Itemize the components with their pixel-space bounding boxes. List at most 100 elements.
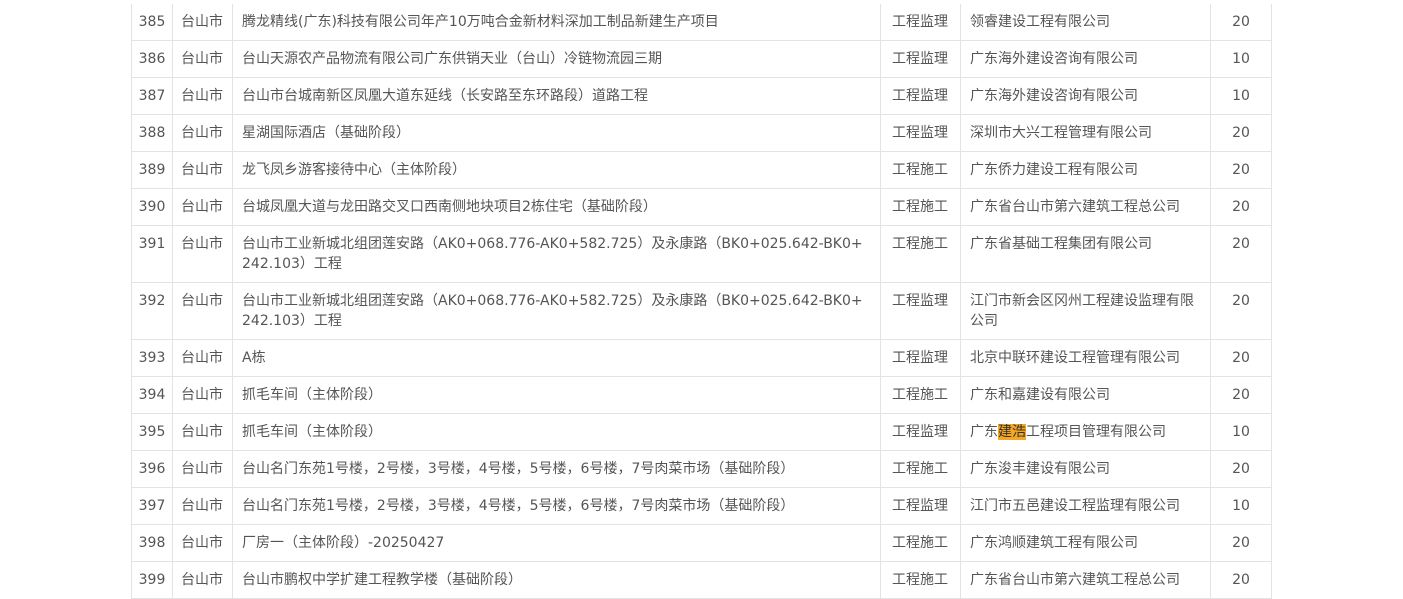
row-number: 385 bbox=[131, 4, 173, 41]
city-cell: 台山市 bbox=[172, 114, 233, 152]
row-number: 395 bbox=[131, 413, 173, 451]
company-cell: 广东浚丰建设有限公司 bbox=[960, 450, 1211, 488]
table-row: 386 台山市 台山天源农产品物流有限公司广东供销天业（台山）冷链物流园三期 工… bbox=[131, 40, 1272, 78]
project-cell: 星湖国际酒店（基础阶段） bbox=[232, 114, 881, 152]
score-cell: 20 bbox=[1210, 4, 1272, 41]
score-cell: 20 bbox=[1210, 188, 1272, 226]
table-row: 396 台山市 台山名门东苑1号楼，2号楼，3号楼，4号楼，5号楼，6号楼，7号… bbox=[131, 450, 1272, 488]
table-row: 388 台山市 星湖国际酒店（基础阶段） 工程监理 深圳市大兴工程管理有限公司 … bbox=[131, 114, 1272, 152]
city-cell: 台山市 bbox=[172, 376, 233, 414]
city-cell: 台山市 bbox=[172, 282, 233, 340]
score-cell: 10 bbox=[1210, 77, 1272, 115]
score-cell: 20 bbox=[1210, 339, 1272, 377]
row-number: 388 bbox=[131, 114, 173, 152]
project-cell: 抓毛车间（主体阶段） bbox=[232, 376, 881, 414]
company-cell: 广东省基础工程集团有限公司 bbox=[960, 225, 1211, 283]
project-cell: 抓毛车间（主体阶段） bbox=[232, 413, 881, 451]
company-cell: 广东侨力建设工程有限公司 bbox=[960, 151, 1211, 189]
search-highlight: 建浩 bbox=[998, 424, 1026, 440]
type-cell: 工程施工 bbox=[880, 151, 961, 189]
city-cell: 台山市 bbox=[172, 40, 233, 78]
table-row: 393 台山市 A栋 工程监理 北京中联环建设工程管理有限公司 20 bbox=[131, 339, 1272, 377]
city-cell: 台山市 bbox=[172, 4, 233, 41]
city-cell: 台山市 bbox=[172, 524, 233, 562]
project-cell: 腾龙精线(广东)科技有限公司年产10万吨合金新材料深加工制品新建生产项目 bbox=[232, 4, 881, 41]
type-cell: 工程监理 bbox=[880, 77, 961, 115]
city-cell: 台山市 bbox=[172, 450, 233, 488]
type-cell: 工程监理 bbox=[880, 282, 961, 340]
score-cell: 20 bbox=[1210, 151, 1272, 189]
company-cell: 广东省台山市第六建筑工程总公司 bbox=[960, 188, 1211, 226]
table-row: 397 台山市 台山名门东苑1号楼，2号楼，3号楼，4号楼，5号楼，6号楼，7号… bbox=[131, 487, 1272, 525]
type-cell: 工程施工 bbox=[880, 376, 961, 414]
score-cell: 20 bbox=[1210, 376, 1272, 414]
city-cell: 台山市 bbox=[172, 188, 233, 226]
score-cell: 20 bbox=[1210, 524, 1272, 562]
score-cell: 10 bbox=[1210, 40, 1272, 78]
table-row: 389 台山市 龙飞凤乡游客接待中心（主体阶段） 工程施工 广东侨力建设工程有限… bbox=[131, 151, 1272, 189]
table-row: 398 台山市 厂房一（主体阶段）-20250427 工程施工 广东鸿顺建筑工程… bbox=[131, 524, 1272, 562]
type-cell: 工程施工 bbox=[880, 188, 961, 226]
row-number: 394 bbox=[131, 376, 173, 414]
table-row: 387 台山市 台山市台城南新区凤凰大道东延线（长安路至东环路段）道路工程 工程… bbox=[131, 77, 1272, 115]
type-cell: 工程施工 bbox=[880, 450, 961, 488]
project-cell: 龙飞凤乡游客接待中心（主体阶段） bbox=[232, 151, 881, 189]
project-cell: 台山名门东苑1号楼，2号楼，3号楼，4号楼，5号楼，6号楼，7号肉菜市场（基础阶… bbox=[232, 450, 881, 488]
records-table-container: 385 台山市 腾龙精线(广东)科技有限公司年产10万吨合金新材料深加工制品新建… bbox=[131, 4, 1272, 599]
company-cell: 广东鸿顺建筑工程有限公司 bbox=[960, 524, 1211, 562]
row-number: 390 bbox=[131, 188, 173, 226]
row-number: 396 bbox=[131, 450, 173, 488]
type-cell: 工程施工 bbox=[880, 225, 961, 283]
table-row: 390 台山市 台城凤凰大道与龙田路交叉口西南侧地块项目2栋住宅（基础阶段） 工… bbox=[131, 188, 1272, 226]
city-cell: 台山市 bbox=[172, 339, 233, 377]
table-row: 392 台山市 台山市工业新城北组团莲安路（AK0+068.776-AK0+58… bbox=[131, 282, 1272, 340]
city-cell: 台山市 bbox=[172, 77, 233, 115]
city-cell: 台山市 bbox=[172, 151, 233, 189]
type-cell: 工程监理 bbox=[880, 487, 961, 525]
type-cell: 工程施工 bbox=[880, 524, 961, 562]
type-cell: 工程监理 bbox=[880, 40, 961, 78]
row-number: 391 bbox=[131, 225, 173, 283]
score-cell: 10 bbox=[1210, 413, 1272, 451]
project-cell: 台山市台城南新区凤凰大道东延线（长安路至东环路段）道路工程 bbox=[232, 77, 881, 115]
type-cell: 工程监理 bbox=[880, 114, 961, 152]
company-cell: 深圳市大兴工程管理有限公司 bbox=[960, 114, 1211, 152]
table-row: 385 台山市 腾龙精线(广东)科技有限公司年产10万吨合金新材料深加工制品新建… bbox=[131, 4, 1272, 41]
row-number: 387 bbox=[131, 77, 173, 115]
company-cell: 广东海外建设咨询有限公司 bbox=[960, 77, 1211, 115]
company-cell: 广东和嘉建设有限公司 bbox=[960, 376, 1211, 414]
table-row: 395 台山市 抓毛车间（主体阶段） 工程监理 广东建浩工程项目管理有限公司 1… bbox=[131, 413, 1272, 451]
company-cell: 江门市五邑建设工程监理有限公司 bbox=[960, 487, 1211, 525]
project-cell: 厂房一（主体阶段）-20250427 bbox=[232, 524, 881, 562]
city-cell: 台山市 bbox=[172, 225, 233, 283]
type-cell: 工程监理 bbox=[880, 339, 961, 377]
project-cell: 台城凤凰大道与龙田路交叉口西南侧地块项目2栋住宅（基础阶段） bbox=[232, 188, 881, 226]
row-number: 398 bbox=[131, 524, 173, 562]
company-cell: 江门市新会区冈州工程建设监理有限公司 bbox=[960, 282, 1211, 340]
records-table: 385 台山市 腾龙精线(广东)科技有限公司年产10万吨合金新材料深加工制品新建… bbox=[131, 4, 1272, 599]
score-cell: 20 bbox=[1210, 282, 1272, 340]
row-number: 392 bbox=[131, 282, 173, 340]
table-row: 394 台山市 抓毛车间（主体阶段） 工程施工 广东和嘉建设有限公司 20 bbox=[131, 376, 1272, 414]
score-cell: 20 bbox=[1210, 450, 1272, 488]
type-cell: 工程监理 bbox=[880, 4, 961, 41]
row-number: 393 bbox=[131, 339, 173, 377]
company-cell: 北京中联环建设工程管理有限公司 bbox=[960, 339, 1211, 377]
score-cell: 10 bbox=[1210, 487, 1272, 525]
project-cell: 台山天源农产品物流有限公司广东供销天业（台山）冷链物流园三期 bbox=[232, 40, 881, 78]
project-cell: A栋 bbox=[232, 339, 881, 377]
type-cell: 工程监理 bbox=[880, 413, 961, 451]
city-cell: 台山市 bbox=[172, 487, 233, 525]
score-cell: 20 bbox=[1210, 114, 1272, 152]
company-cell: 领睿建设工程有限公司 bbox=[960, 4, 1211, 41]
project-cell: 台山名门东苑1号楼，2号楼，3号楼，4号楼，5号楼，6号楼，7号肉菜市场（基础阶… bbox=[232, 487, 881, 525]
company-cell: 广东海外建设咨询有限公司 bbox=[960, 40, 1211, 78]
row-number: 389 bbox=[131, 151, 173, 189]
company-cell: 广东建浩工程项目管理有限公司 bbox=[960, 413, 1211, 451]
row-number: 397 bbox=[131, 487, 173, 525]
project-cell: 台山市工业新城北组团莲安路（AK0+068.776-AK0+582.725）及永… bbox=[232, 225, 881, 283]
city-cell: 台山市 bbox=[172, 413, 233, 451]
company-text-pre: 广东 bbox=[970, 424, 998, 440]
row-number: 386 bbox=[131, 40, 173, 78]
project-cell: 台山市工业新城北组团莲安路（AK0+068.776-AK0+582.725）及永… bbox=[232, 282, 881, 340]
